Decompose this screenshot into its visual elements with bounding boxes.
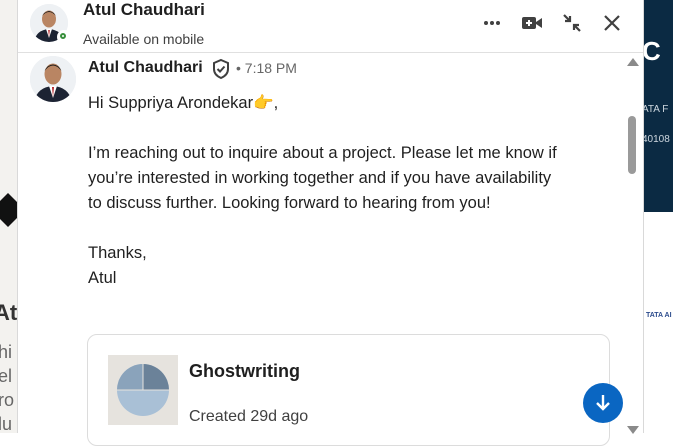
message-body: Hi Suppriya Arondekar👉, I’m reaching out… (88, 91, 558, 291)
verified-shield-icon (210, 58, 232, 80)
presence-indicator (57, 30, 71, 44)
background-text: hi el ro lu (0, 340, 14, 436)
collapse-arrows-icon (563, 14, 581, 32)
background-line: ro (0, 390, 15, 410)
attachment-card[interactable]: Ghostwriting Created 29d ago (87, 334, 610, 446)
chat-header[interactable]: Atul Chaudhari Available on mobile (18, 0, 643, 53)
minimize-button[interactable] (559, 10, 585, 36)
background-banner: C ATA F 40108 (642, 0, 673, 212)
more-options-button[interactable] (479, 10, 505, 36)
video-call-button[interactable] (519, 10, 545, 36)
header-status: Available on mobile (83, 31, 205, 47)
banner-text: 40108 (642, 134, 670, 145)
background-page-left: At hi el ro lu (0, 0, 25, 436)
background-line: hi (0, 342, 13, 362)
background-heading: At (0, 300, 18, 325)
close-button[interactable] (599, 10, 625, 36)
message-time: • 7:18 PM (236, 60, 297, 76)
sender-name[interactable]: Atul Chaudhari (88, 59, 203, 77)
time-separator: • (236, 60, 241, 76)
more-icon (484, 21, 500, 25)
card-subtitle: Created 29d ago (189, 408, 309, 425)
close-icon (604, 15, 620, 31)
scroll-up-arrow-icon[interactable] (627, 58, 639, 66)
chat-window: Atul Chaudhari Available on mobile Atul … (17, 0, 644, 446)
arrow-down-icon (596, 395, 610, 411)
scrollbar[interactable] (624, 56, 640, 434)
background-logo: TATA AI (646, 312, 672, 319)
background-line: el (0, 366, 13, 386)
message-closing: Thanks, (88, 244, 147, 262)
sender-avatar[interactable] (30, 56, 76, 102)
message-greeting: Hi Suppriya Arondekar👉, (88, 94, 279, 112)
timestamp: 7:18 PM (244, 60, 297, 76)
pie-thumbnail-icon (117, 364, 169, 416)
banner-letter: C (642, 36, 661, 66)
message-signature: Atul (88, 269, 117, 287)
message-paragraph: I’m reaching out to inquire about a proj… (88, 144, 557, 212)
header-name[interactable]: Atul Chaudhari (83, 0, 205, 20)
card-title[interactable]: Ghostwriting (189, 361, 300, 382)
background-line: lu (0, 414, 13, 434)
banner-text: ATA F (642, 104, 669, 115)
scrollbar-thumb[interactable] (628, 116, 636, 174)
background-page-right: C ATA F 40108 TATA AI (642, 0, 673, 433)
scroll-to-bottom-button[interactable] (583, 383, 623, 423)
card-thumbnail (108, 355, 178, 425)
video-camera-icon (522, 17, 542, 29)
